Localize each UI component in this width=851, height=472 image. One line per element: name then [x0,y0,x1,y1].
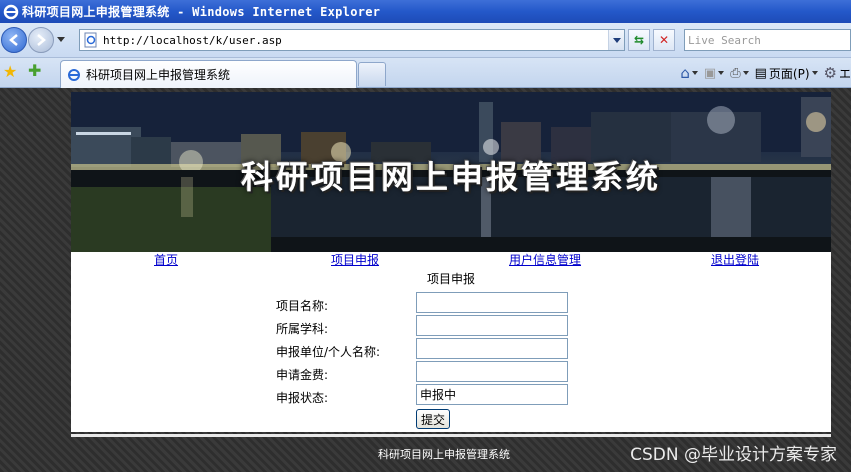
home-icon: ⌂ [680,64,690,82]
printer-icon: ⎙ [730,65,741,81]
nav-project-apply-link[interactable]: 项目申报 [331,251,379,268]
tab-active[interactable]: 科研项目网上申报管理系统 [60,60,357,88]
banner-title: 科研项目网上申报管理系统 [240,158,661,196]
page-icon [68,68,80,81]
back-arrow-icon [9,34,18,46]
url-input[interactable] [103,33,608,47]
chevron-down-icon [742,71,749,75]
back-button[interactable] [1,27,27,53]
window-titlebar: 科研项目网上申报管理系统 - Windows Internet Explorer [0,0,851,23]
tab-label: 科研项目网上申报管理系统 [86,68,231,82]
form-row-status: 申报状态: [71,384,831,406]
window-title: 科研项目网上申报管理系统 - Windows Internet Explorer [22,5,381,19]
address-dropdown-button[interactable] [608,30,624,50]
tools-button[interactable]: ⚙ エ [824,64,851,82]
tab-toolbar: ★ ✚ 科研项目网上申报管理系统 ⌂ ▣ ⎙ ▤ 页面(P) ⚙ エ [0,58,851,88]
page-menu-label: 页面(P) [768,66,810,81]
form-row-applicant: 申报单位/个人名称: [71,338,831,360]
address-bar[interactable] [79,29,625,51]
command-bar: ⌂ ▣ ⎙ ▤ 页面(P) ⚙ エ [680,62,851,84]
discipline-input[interactable] [416,315,568,336]
add-favorites-icon[interactable]: ✚ [28,63,41,79]
nav-home-link[interactable]: 首页 [154,251,178,268]
chevron-down-icon [612,37,621,43]
refresh-icon: ⇆ [633,33,645,47]
footer-text: 科研项目网上申报管理系统 [378,448,510,461]
favorites-star-icon[interactable]: ★ [3,64,17,80]
status-input[interactable] [416,384,568,405]
chevron-down-icon [691,71,698,75]
watermark: CSDN @毕业设计方案专家 [630,445,837,465]
funding-label: 申请金费: [276,368,329,382]
search-input[interactable]: Live Search [684,29,851,51]
close-icon: ✕ [658,33,670,47]
status-label: 申报状态: [276,391,329,405]
home-button[interactable]: ⌂ [680,64,698,82]
footer-divider [71,434,831,437]
page-viewport: 科研项目网上申报管理系统 首页 项目申报 用户信息管理 退出登陆 项目申报 项目… [0,88,851,472]
nav-logout-link[interactable]: 退出登陆 [711,251,759,268]
forward-arrow-icon [37,34,46,46]
page-menu-button[interactable]: ▤ 页面(P) [755,65,818,82]
address-toolbar: ⇆ ✕ Live Search [0,23,851,58]
gear-icon: ⚙ [823,64,837,82]
chevron-down-icon [811,71,818,75]
applicant-label: 申报单位/个人名称: [276,345,381,359]
project-name-input[interactable] [416,292,568,313]
main-nav: 首页 项目申报 用户信息管理 退出登陆 [71,251,831,267]
page-menu-icon: ▤ [754,65,767,81]
submit-button[interactable]: 提交 [416,409,451,429]
form-row-discipline: 所属学科: [71,315,831,337]
history-dropdown-icon[interactable] [57,37,65,42]
page-icon [84,32,97,48]
form-row-project-name: 项目名称: [71,292,831,314]
banner: 科研项目网上申报管理系统 [71,92,831,252]
page-content: 科研项目网上申报管理系统 首页 项目申报 用户信息管理 退出登陆 项目申报 项目… [71,92,831,432]
refresh-button[interactable]: ⇆ [628,29,650,51]
discipline-label: 所属学科: [276,322,329,336]
form-row-funding: 申请金费: [71,361,831,383]
stop-button[interactable]: ✕ [653,29,675,51]
applicant-input[interactable] [416,338,568,359]
project-name-label: 项目名称: [276,299,329,313]
ie-logo-icon [3,4,19,19]
form-title: 项目申报 [427,272,476,286]
new-tab-button[interactable] [358,62,386,86]
forward-button[interactable] [28,27,54,53]
feeds-button[interactable]: ▣ [703,65,725,81]
chevron-down-icon [718,71,725,75]
nav-user-info-link[interactable]: 用户信息管理 [509,251,581,268]
tools-label-cut: エ [838,66,851,81]
rss-icon: ▣ [703,65,717,81]
print-button[interactable]: ⎙ [730,65,749,81]
funding-input[interactable] [416,361,568,382]
